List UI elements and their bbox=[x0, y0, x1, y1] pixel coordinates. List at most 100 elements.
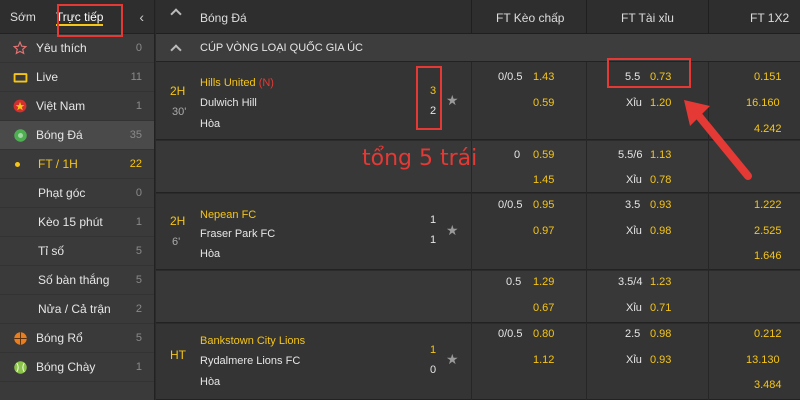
draw-label: Hòa bbox=[200, 118, 221, 130]
ou-over-odd[interactable]: 1.23 bbox=[650, 276, 671, 288]
team-home[interactable]: Nepean FC bbox=[200, 209, 256, 221]
sidebar-tabs: Sớm Trực tiếp ‹ bbox=[0, 0, 154, 37]
sidebar-item-label: Bóng Chày bbox=[36, 360, 96, 374]
league-header[interactable]: CÚP VÒNG LOẠI QUỐC GIA ÚC bbox=[156, 34, 800, 62]
draw-label: Hòa bbox=[200, 376, 221, 388]
highlight-box-live-tab bbox=[57, 4, 123, 37]
handicap-home-odd[interactable]: 0.59 bbox=[533, 149, 554, 161]
sidebar-item-count: 5 bbox=[135, 274, 142, 286]
ou-under-odd[interactable]: 1.20 bbox=[650, 97, 671, 109]
ou-under-odd[interactable]: 0.78 bbox=[650, 174, 671, 186]
chevron-up-icon[interactable] bbox=[170, 8, 182, 20]
sidebar-item-vietnam[interactable]: Việt Nam 1 bbox=[0, 92, 154, 121]
handicap-away-odd[interactable]: 0.67 bbox=[533, 302, 554, 314]
baseball-icon bbox=[12, 359, 28, 375]
sidebar-item-total-goals[interactable]: Số bàn thắng 5 bbox=[0, 266, 154, 295]
sidebar-item-basketball[interactable]: Bóng Rổ 5 bbox=[0, 324, 154, 353]
team-away[interactable]: Rydalmere Lions FC bbox=[200, 355, 300, 367]
handicap-home-odd[interactable]: 1.43 bbox=[533, 71, 554, 83]
handicap-home-odd[interactable]: 1.29 bbox=[533, 276, 554, 288]
sidebar-item-favorites[interactable]: Yêu thích 0 bbox=[0, 34, 154, 63]
odds-table: Bóng Đá FT Kèo chấp FT Tài xỉu FT 1X2 CÚ… bbox=[156, 0, 800, 400]
sidebar: Sớm Trực tiếp ‹ Yêu thích 0 Live 11 Việt… bbox=[0, 0, 155, 400]
ou-line: 3.5 bbox=[625, 199, 641, 211]
team-home[interactable]: Bankstown City Lions bbox=[200, 335, 305, 347]
sidebar-item-count: 5 bbox=[135, 332, 142, 344]
sidebar-item-corners[interactable]: Phạt góc 0 bbox=[0, 179, 154, 208]
ou-under-odd[interactable]: 0.71 bbox=[650, 302, 671, 314]
annotation-text: tổng 5 trái bbox=[362, 146, 478, 171]
x12-home-odd[interactable]: 0.151 bbox=[754, 71, 782, 83]
x12-away-odd[interactable]: 13.130 bbox=[746, 354, 780, 366]
basketball-icon bbox=[12, 330, 28, 346]
sidebar-item-count: 35 bbox=[129, 129, 142, 141]
ou-over-odd[interactable]: 0.93 bbox=[650, 199, 671, 211]
sidebar-item-live[interactable]: Live 11 bbox=[0, 63, 154, 92]
sidebar-item-count: 22 bbox=[129, 158, 142, 170]
team-away[interactable]: Fraser Park FC bbox=[200, 228, 275, 240]
ou-under-odd[interactable]: 0.98 bbox=[650, 225, 671, 237]
header-divider bbox=[471, 0, 472, 34]
sidebar-item-baseball[interactable]: Bóng Chày 1 bbox=[0, 353, 154, 382]
x12-home-odd[interactable]: 1.222 bbox=[754, 199, 782, 211]
away-score: 0 bbox=[430, 364, 437, 376]
header-handicap: FT Kèo chấp bbox=[496, 11, 565, 25]
handicap-away-odd[interactable]: 1.12 bbox=[533, 354, 554, 366]
sidebar-item-ft-1h[interactable]: FT / 1H 22 bbox=[0, 150, 154, 179]
star-outline-icon bbox=[12, 40, 28, 56]
ou-under-label: Xỉu bbox=[626, 97, 642, 109]
match-minute: 30' bbox=[172, 106, 187, 118]
team-home[interactable]: Hills United (N) bbox=[200, 77, 274, 89]
column-divider bbox=[586, 62, 587, 400]
handicap-away-odd[interactable]: 0.59 bbox=[533, 97, 554, 109]
ou-under-label: Xỉu bbox=[626, 302, 642, 314]
neutral-badge: (N) bbox=[258, 77, 274, 89]
ou-line: 5.5/6 bbox=[618, 149, 643, 161]
sidebar-item-count: 11 bbox=[130, 71, 142, 83]
chevron-up-icon[interactable] bbox=[170, 44, 182, 56]
header-over-under: FT Tài xỉu bbox=[621, 11, 674, 25]
star-icon[interactable]: ★ bbox=[446, 222, 459, 239]
sidebar-item-label: Yêu thích bbox=[36, 41, 87, 55]
sidebar-item-correct-score[interactable]: Tỉ số 5 bbox=[0, 237, 154, 266]
match-status: HT bbox=[170, 348, 186, 362]
sidebar-item-count: 0 bbox=[135, 187, 142, 199]
handicap-away-odd[interactable]: 0.97 bbox=[533, 225, 554, 237]
sidebar-item-label: Kèo 15 phút bbox=[38, 215, 103, 229]
handicap-home-odd[interactable]: 0.80 bbox=[533, 328, 554, 340]
x12-home-odd[interactable]: 0.212 bbox=[754, 328, 782, 340]
ou-over-odd[interactable]: 1.13 bbox=[650, 149, 671, 161]
sidebar-item-label: Live bbox=[36, 70, 59, 84]
handicap-line: 0/0.5 bbox=[498, 71, 523, 83]
sidebar-item-label: Bóng Đá bbox=[36, 128, 83, 142]
sidebar-item-15min[interactable]: Kèo 15 phút 1 bbox=[0, 208, 154, 237]
ou-under-label: Xỉu bbox=[626, 174, 642, 186]
team-away[interactable]: Dulwich Hill bbox=[200, 97, 257, 109]
handicap-line: 0.5 bbox=[506, 276, 522, 288]
star-icon[interactable]: ★ bbox=[446, 351, 459, 368]
handicap-away-odd[interactable]: 1.45 bbox=[533, 174, 554, 186]
match-row: 2H 6' Nepean FC Fraser Park FC Hòa 1 1 ★… bbox=[156, 194, 800, 270]
sidebar-item-count: 0 bbox=[135, 42, 142, 54]
star-icon[interactable]: ★ bbox=[446, 92, 459, 109]
sidebar-item-half-full[interactable]: Nửa / Cả trận 2 bbox=[0, 295, 154, 324]
handicap-home-odd[interactable]: 0.95 bbox=[533, 199, 554, 211]
header-1x2: FT 1X2 bbox=[750, 11, 790, 25]
handicap-line: 0/0.5 bbox=[498, 199, 523, 211]
ou-under-odd[interactable]: 0.93 bbox=[650, 354, 671, 366]
sidebar-item-label: Bóng Rổ bbox=[36, 331, 83, 345]
sidebar-item-soccer[interactable]: Bóng Đá 35 bbox=[0, 121, 154, 150]
x12-draw-odd[interactable]: 1.646 bbox=[754, 250, 782, 262]
sidebar-item-count: 5 bbox=[135, 245, 142, 257]
ou-over-odd[interactable]: 0.98 bbox=[650, 328, 671, 340]
red-arrow-icon bbox=[684, 100, 752, 180]
soccer-ball-icon bbox=[12, 127, 28, 143]
sidebar-item-label: Nửa / Cả trận bbox=[38, 302, 111, 316]
x12-away-odd[interactable]: 2.525 bbox=[754, 225, 782, 237]
x12-draw-odd[interactable]: 3.484 bbox=[754, 379, 782, 391]
tab-early[interactable]: Sớm bbox=[0, 0, 46, 34]
active-dot-icon bbox=[15, 162, 20, 167]
chevron-left-icon[interactable]: ‹ bbox=[139, 9, 144, 25]
home-score: 1 bbox=[430, 344, 437, 356]
league-name: CÚP VÒNG LOẠI QUỐC GIA ÚC bbox=[200, 42, 363, 54]
